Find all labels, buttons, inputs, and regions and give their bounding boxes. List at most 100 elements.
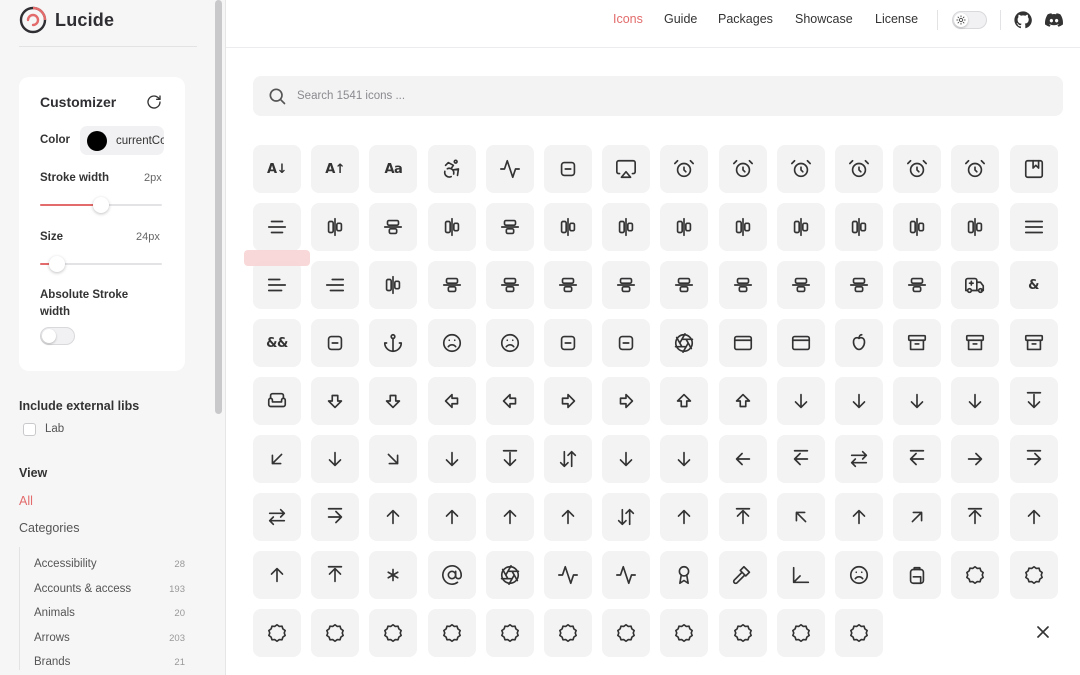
- icon-tile-align-horizontal-justify-start[interactable]: [835, 203, 883, 251]
- icon-tile-arrow-big-down-dash[interactable]: [369, 377, 418, 425]
- icon-tile-arrow-big-right-dash[interactable]: [602, 377, 651, 425]
- icon-tile-arrow-down[interactable]: [776, 377, 825, 425]
- icon-tile-arrow-up[interactable]: [369, 493, 418, 541]
- icon-tile-a-arrow-up[interactable]: A↑: [311, 145, 360, 193]
- icon-tile-badge-euro[interactable]: [427, 609, 476, 657]
- search-input[interactable]: [297, 76, 1037, 116]
- icon-tile-arrow-down-wide-narrow[interactable]: [602, 435, 651, 483]
- icon-tile-arrow-down-0-1[interactable]: [835, 377, 883, 425]
- nav-showcase[interactable]: Showcase: [795, 12, 853, 26]
- icon-tile-badge-minus[interactable]: [718, 609, 767, 657]
- icon-tile-asterisk[interactable]: [369, 551, 418, 599]
- color-swatch[interactable]: [87, 130, 107, 151]
- icon-tile-arrow-right-left[interactable]: [253, 493, 301, 541]
- icon-tile-arrow-up-1-0[interactable]: [485, 493, 534, 541]
- icon-tile-airplay[interactable]: [602, 145, 651, 193]
- icon-tile-at-sign[interactable]: [427, 551, 476, 599]
- icon-tile-badge[interactable]: [951, 551, 1000, 599]
- sidebar-item-category[interactable]: Accessibility 28: [20, 547, 189, 572]
- nav-icons[interactable]: Icons: [613, 12, 643, 26]
- stroke-width-slider[interactable]: [40, 197, 162, 213]
- lab-checkbox[interactable]: [23, 423, 36, 436]
- sidebar-item-category[interactable]: Animals 20: [20, 596, 189, 621]
- icon-tile-align-horizontal-space-around[interactable]: [893, 203, 942, 251]
- icon-tile-arrow-down-from-line[interactable]: [1009, 377, 1058, 425]
- icon-tile-apple[interactable]: [835, 319, 883, 367]
- logo[interactable]: Lucide: [19, 6, 114, 34]
- icon-tile-accessibility[interactable]: [427, 145, 476, 193]
- rotate-ccw-icon[interactable]: [146, 94, 162, 110]
- icon-tile-badge-alert[interactable]: [1009, 551, 1058, 599]
- icon-tile-align-horizontal-justify-center[interactable]: [718, 203, 767, 251]
- icon-tile-archive-restore[interactable]: [951, 319, 1000, 367]
- icon-tile-badge-cent[interactable]: [253, 609, 301, 657]
- nav-license[interactable]: License: [875, 12, 918, 26]
- icon-tile-award[interactable]: [660, 551, 709, 599]
- icon-tile-arrow-left-to-line[interactable]: [893, 435, 942, 483]
- icon-tile-align-center[interactable]: [253, 203, 301, 251]
- icon-tile-arrow-up-0-1[interactable]: [427, 493, 476, 541]
- icon-tile-badge-japanese-yen[interactable]: [660, 609, 709, 657]
- nav-packages[interactable]: Packages: [718, 12, 773, 26]
- icon-tile-axe[interactable]: [718, 551, 767, 599]
- icon-tile-align-vertical-distribute-center[interactable]: [485, 261, 534, 309]
- icon-tile-antenna[interactable]: [544, 319, 592, 367]
- icon-tile-audio-waveform[interactable]: [602, 551, 651, 599]
- icon-tile-arrow-big-left-dash[interactable]: [485, 377, 534, 425]
- icon-tile-alarm-clock-plus[interactable]: [893, 145, 942, 193]
- color-picker[interactable]: currentColor: [80, 126, 164, 155]
- icon-tile-a-large-small[interactable]: Aa: [369, 145, 418, 193]
- icon-tile-arrow-left-from-line[interactable]: [776, 435, 825, 483]
- sidebar-item-category[interactable]: Brands 21: [20, 645, 189, 670]
- icon-tile-arrow-down-a-z[interactable]: [951, 377, 1000, 425]
- icon-tile-align-start-horizontal[interactable]: [369, 261, 418, 309]
- icon-tile-align-justify[interactable]: [1009, 203, 1058, 251]
- icon-tile-arrow-up-right[interactable]: [893, 493, 942, 541]
- icon-tile-alarm-clock-check[interactable]: [718, 145, 767, 193]
- absolute-stroke-toggle[interactable]: [40, 327, 75, 345]
- icon-tile-app-window-mac[interactable]: [776, 319, 825, 367]
- icon-tile-badge-check[interactable]: [311, 609, 360, 657]
- icon-tile-arrow-left[interactable]: [718, 435, 767, 483]
- icon-tile-arrow-up-down[interactable]: [602, 493, 651, 541]
- icon-tile-archive-x[interactable]: [1009, 319, 1058, 367]
- icon-tile-axis-3d[interactable]: [776, 551, 825, 599]
- icon-tile-arrow-up-narrow-wide[interactable]: [835, 493, 883, 541]
- icon-tile-arrow-down-1-0[interactable]: [893, 377, 942, 425]
- icon-tile-arrow-down-right[interactable]: [369, 435, 418, 483]
- icon-tile-anvil[interactable]: [602, 319, 651, 367]
- icon-tile-ambulance[interactable]: [951, 261, 1000, 309]
- icon-tile-arrow-down-z-a[interactable]: [660, 435, 709, 483]
- icon-tile-align-vertical-space-between[interactable]: [893, 261, 942, 309]
- icon-tile-atom[interactable]: [485, 551, 534, 599]
- icon-tile-align-start-vertical[interactable]: [427, 261, 476, 309]
- icon-tile-align-vertical-distribute-end[interactable]: [544, 261, 592, 309]
- icon-tile-app-window[interactable]: [718, 319, 767, 367]
- icon-tile-arrow-right-from-line[interactable]: [1009, 435, 1058, 483]
- icon-tile-arrow-down-narrow-wide[interactable]: [311, 435, 360, 483]
- icon-tile-armchair[interactable]: [253, 377, 301, 425]
- github-icon[interactable]: [1014, 11, 1032, 29]
- icon-tile-align-vertical-justify-end[interactable]: [718, 261, 767, 309]
- icon-tile-audio-lines[interactable]: [544, 551, 592, 599]
- icon-tile-arrow-up-z-a[interactable]: [253, 551, 301, 599]
- sidebar-item-category[interactable]: Arrows 203: [20, 621, 189, 646]
- icon-tile-align-vertical-justify-start[interactable]: [776, 261, 825, 309]
- icon-tile-arrow-right-to-line[interactable]: [311, 493, 360, 541]
- size-slider[interactable]: [40, 256, 162, 272]
- slider-thumb[interactable]: [93, 197, 109, 213]
- icon-tile-arrow-big-up-dash[interactable]: [718, 377, 767, 425]
- icon-tile-align-end-horizontal[interactable]: [427, 203, 476, 251]
- icon-tile-arrow-up-wide-narrow[interactable]: [1009, 493, 1058, 541]
- icon-tile-baby[interactable]: [835, 551, 883, 599]
- slider-thumb[interactable]: [49, 256, 66, 272]
- icon-tile-anchor[interactable]: [369, 319, 418, 367]
- icon-tile-badge-plus[interactable]: [835, 609, 883, 657]
- icon-tile-align-horizontal-justify-end[interactable]: [776, 203, 825, 251]
- icon-tile-arrow-up-from-line[interactable]: [718, 493, 767, 541]
- view-all-link[interactable]: All: [19, 494, 33, 508]
- search-bar[interactable]: [253, 76, 1063, 116]
- icon-tile-badge-info[interactable]: [602, 609, 651, 657]
- icon-tile-align-horizontal-distribute-end[interactable]: [602, 203, 651, 251]
- icon-tile-align-center-vertical[interactable]: [369, 203, 418, 251]
